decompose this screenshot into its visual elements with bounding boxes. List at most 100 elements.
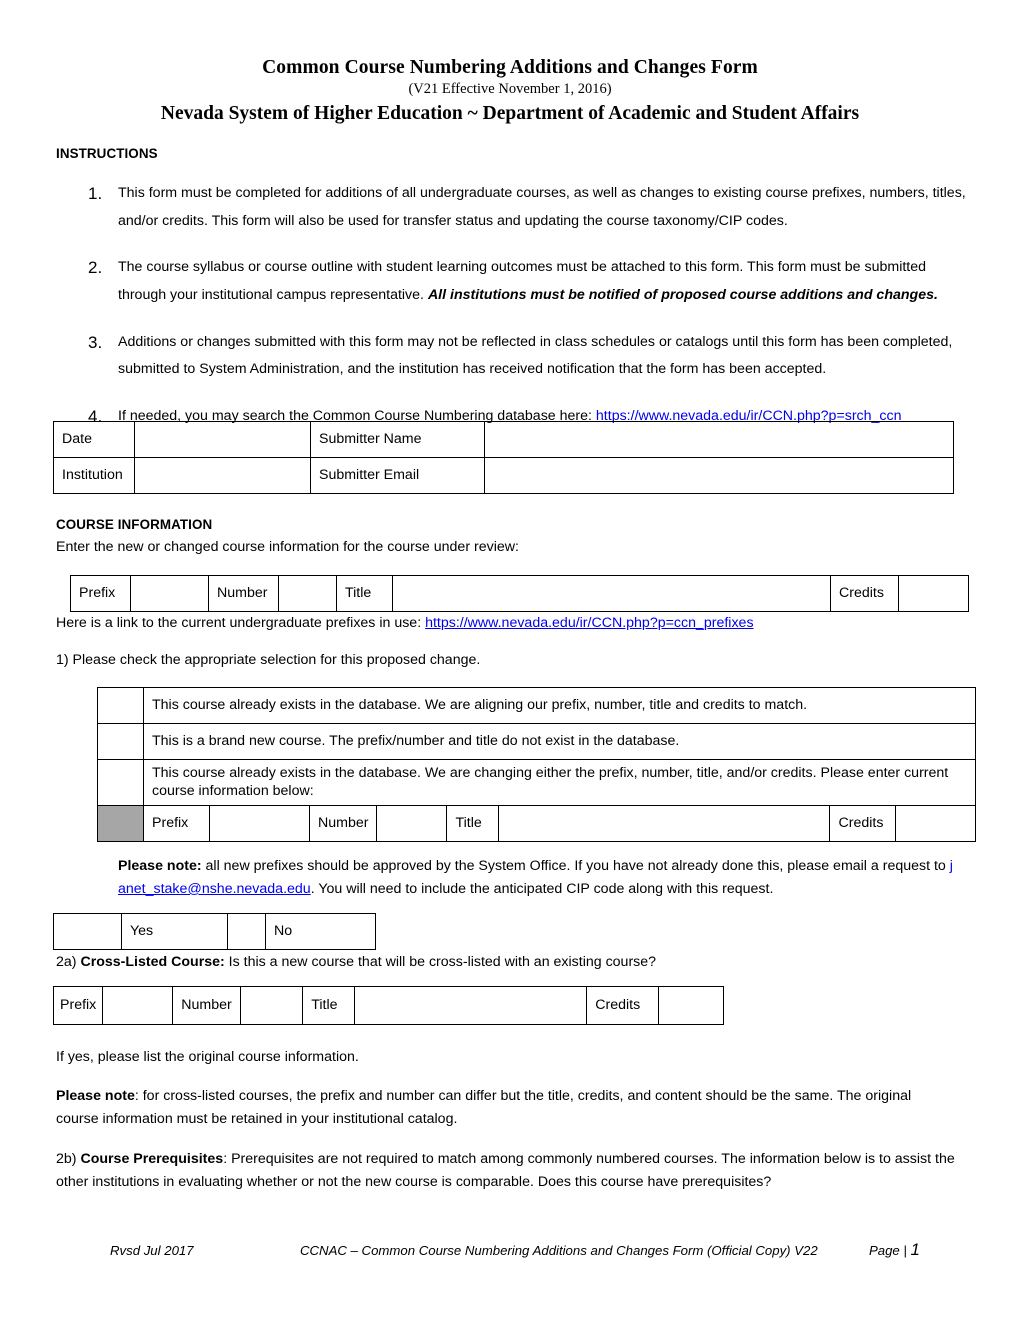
please-note-crosslisted: Please note: for cross-listed courses, t… [56,1085,956,1131]
table-row: This is a brand new course. The prefix/n… [97,723,977,760]
current-title-field[interactable] [498,804,831,842]
crosslisted-question-text: Is this a new course that will be cross-… [224,954,657,970]
crosslist-prefix-label: Prefix [52,986,104,1025]
submitter-email-field[interactable] [484,457,954,494]
document-title-block: Common Course Numbering Additions and Ch… [0,0,1020,126]
selection-table: This course already exists in the databa… [97,687,977,842]
instruction-number: 1. [88,184,103,203]
number-field[interactable] [278,575,337,612]
crosslisted-bold-label: Cross-Listed Course: [80,954,225,970]
credits-field[interactable] [898,575,969,612]
footer-document-name: CCNAC – Common Course Numbering Addition… [300,1243,818,1258]
number-label: Number [208,575,279,612]
please-note-crosslist-lead: Please note [56,1088,135,1104]
no-label: No [265,913,376,950]
table-row: Date Submitter Name [53,421,954,458]
current-credits-label: Credits [829,804,897,842]
instruction-item-3: 3. Additions or changes submitted with t… [56,329,966,384]
prerequisites-question: 2b) Course Prerequisites: Prerequisites … [56,1148,956,1194]
selection-prompt: 1) Please check the appropriate selectio… [56,652,481,668]
document-version: (V21 Effective November 1, 2016) [408,81,612,97]
prefix-label: Prefix [70,575,131,612]
crosslist-title-label: Title [302,986,356,1025]
instruction-text: Additions or changes submitted with this… [118,333,953,378]
crosslist-credits-label: Credits [586,986,660,1025]
prereq-item-label: 2b) [56,1151,81,1167]
crosslist-credits-field[interactable] [658,986,725,1025]
table-row: Yes No [53,913,376,950]
institution-field[interactable] [134,457,311,494]
selection-checkbox-3[interactable] [97,759,144,806]
please-note-prefix-approval: Please note: all new prefixes should be … [118,855,956,901]
title-field[interactable] [392,575,831,612]
instruction-text: This form must be completed for addition… [118,185,966,229]
shaded-spacer-cell [97,804,144,842]
crosslisted-item-label: 2a) [56,954,81,970]
selection-option-1-text: This course already exists in the databa… [142,687,977,724]
document-organization: Nevada System of Higher Education ~ Depa… [160,102,860,124]
please-note-text-after: . You will need to include the anticipat… [310,881,774,897]
current-number-label: Number [308,804,378,842]
date-field[interactable] [134,421,311,458]
course-information-table: Prefix Number Title Credits [70,575,969,612]
instruction-item-2: 2. The course syllabus or course outline… [56,254,966,309]
instruction-item-1: 1. This form must be completed for addit… [56,180,966,235]
yes-checkbox[interactable] [53,913,122,950]
table-row: Prefix Number Title Credits [97,804,977,842]
current-prefix-field[interactable] [209,804,310,842]
submitter-email-label: Submitter Email [310,457,485,494]
page-title: Common Course Numbering Additions and Ch… [262,57,758,78]
course-information-heading: COURSE INFORMATION [56,517,213,532]
selection-checkbox-1[interactable] [97,687,144,724]
please-note-lead: Please note: [118,858,202,874]
table-row: This course already exists in the databa… [97,687,977,724]
selection-option-3-text: This course already exists in the databa… [142,759,977,806]
page-footer: Rvsd Jul 2017 CCNAC – Common Course Numb… [110,1240,920,1260]
prereq-bold-label: Course Prerequisites [80,1151,224,1167]
crosslist-number-label: Number [172,986,242,1025]
instructions-list: 1. This form must be completed for addit… [56,180,966,450]
selection-checkbox-2[interactable] [97,723,144,760]
no-checkbox[interactable] [227,913,266,950]
footer-revision: Rvsd Jul 2017 [110,1243,194,1258]
instruction-emphasis: All institutions must be notified of pro… [427,287,938,304]
course-information-subtext: Enter the new or changed course informat… [56,539,519,555]
prefix-link-text: Here is a link to the current undergradu… [56,615,426,631]
table-row: Prefix Number Title Credits [70,575,969,612]
submitter-name-label: Submitter Name [310,421,485,458]
submitter-name-field[interactable] [484,421,954,458]
instruction-number: 2. [88,258,103,278]
if-yes-instruction: If yes, please list the original course … [56,1049,359,1065]
prefix-link-line: Here is a link to the current undergradu… [56,613,754,633]
institution-label: Institution [53,457,135,494]
table-row: Prefix Number Title Credits [52,986,725,1025]
date-label: Date [53,421,135,458]
footer-page-label: Page | [868,1243,911,1258]
table-row: Institution Submitter Email [53,457,954,494]
credits-label: Credits [830,575,899,612]
submitter-table: Date Submitter Name Institution Submitte… [53,421,954,494]
title-label: Title [336,575,393,612]
instruction-number: 3. [88,332,103,352]
yes-no-table: Yes No [53,913,376,950]
footer-page-indicator: Page | 1 [869,1240,920,1260]
crosslist-prefix-field[interactable] [102,986,174,1025]
current-prefix-label: Prefix [143,804,210,842]
current-credits-field[interactable] [895,804,977,842]
current-number-field[interactable] [376,804,448,842]
selection-option-2-text: This is a brand new course. The prefix/n… [142,723,977,760]
instructions-heading: INSTRUCTIONS [56,146,158,161]
prefix-field[interactable] [130,575,209,612]
current-title-label: Title [446,804,500,842]
yes-label: Yes [121,913,228,950]
please-note-text-before: all new prefixes should be approved by t… [201,858,950,874]
please-note-crosslist-text: : for cross-listed courses, the prefix a… [56,1088,912,1127]
crosslisted-course-table: Prefix Number Title Credits [52,986,725,1025]
table-row: This course already exists in the databa… [97,759,977,806]
footer-page-number: 1 [910,1240,920,1259]
document-page: Common Course Numbering Additions and Ch… [0,0,1020,1320]
crosslisted-question: 2a) Cross-Listed Course: Is this a new c… [56,952,956,972]
crosslist-number-field[interactable] [240,986,304,1025]
crosslist-title-field[interactable] [354,986,588,1025]
ccn-prefixes-link[interactable]: https://www.nevada.edu/ir/CCN.php?p=ccn_… [425,615,753,631]
